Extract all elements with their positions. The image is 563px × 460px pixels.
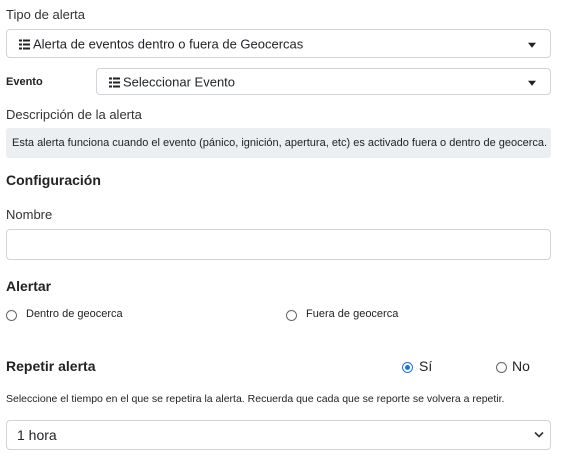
caret-down-icon	[528, 80, 536, 86]
evento-label: Evento	[6, 76, 43, 88]
intervalo-value: 1 hora	[17, 427, 57, 443]
repetir-help-text: Seleccione el tiempo en el que se repeti…	[6, 393, 505, 405]
descripcion-label: Descripción de la alerta	[6, 107, 142, 122]
list-icon	[109, 77, 120, 87]
list-icon	[19, 39, 30, 49]
repetir-no-label: No	[512, 358, 530, 374]
dentro-geocerca-label: Dentro de geocerca	[26, 308, 123, 320]
repetir-heading: Repetir alerta	[6, 358, 96, 374]
radio-fuera-geocerca[interactable]	[286, 310, 297, 321]
configuracion-heading: Configuración	[6, 172, 101, 188]
chevron-down-icon	[534, 431, 544, 438]
intervalo-select[interactable]: 1 hora	[6, 420, 551, 450]
nombre-label: Nombre	[6, 207, 53, 222]
tipo-alerta-select[interactable]: Alerta de eventos dentro o fuera de Geoc…	[6, 29, 551, 58]
evento-select[interactable]: Seleccionar Evento	[96, 68, 551, 95]
radio-dentro-geocerca[interactable]	[6, 310, 17, 321]
descripcion-text: Esta alerta funciona cuando el evento (p…	[12, 137, 548, 149]
repetir-si-label: Sí	[419, 358, 433, 374]
nombre-input[interactable]	[6, 229, 551, 260]
alertar-heading: Alertar	[6, 278, 52, 294]
evento-value: Seleccionar Evento	[123, 74, 236, 89]
radio-repetir-no[interactable]	[496, 362, 507, 373]
fuera-geocerca-label: Fuera de geocerca	[306, 308, 399, 320]
caret-down-icon	[528, 42, 536, 48]
radio-repetir-si[interactable]	[402, 362, 413, 373]
tipo-alerta-label: Tipo de alerta	[6, 7, 86, 22]
descripcion-box: Esta alerta funciona cuando el evento (p…	[6, 128, 551, 158]
tipo-alerta-value: Alerta de eventos dentro o fuera de Geoc…	[33, 36, 304, 51]
